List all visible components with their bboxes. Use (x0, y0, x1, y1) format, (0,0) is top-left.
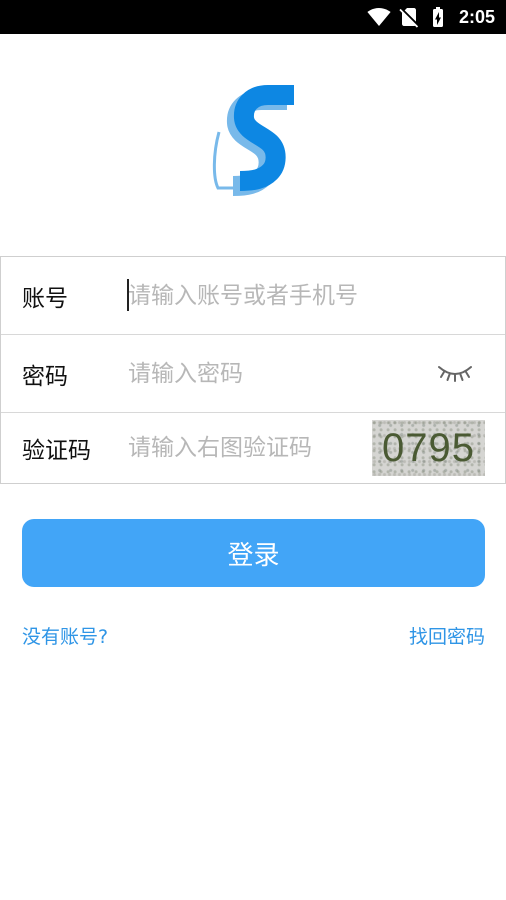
captcha-row: 验证码 0795 (1, 413, 505, 483)
no-sim-icon-graphic (399, 8, 419, 28)
status-time: 2:05 (458, 7, 495, 27)
password-row: 密码 (1, 335, 505, 413)
wifi-icon (367, 5, 391, 29)
account-label: 账号 (22, 285, 68, 312)
captcha-image[interactable]: 0795 (372, 420, 485, 476)
s-logo-graphic (212, 85, 294, 196)
password-label: 密码 (22, 363, 68, 390)
captcha-code: 0795 (382, 426, 475, 470)
eye-closed-icon-graphic (438, 366, 472, 382)
no-sim-icon (397, 5, 421, 29)
s-logo-icon (210, 82, 296, 196)
battery-charging-icon (426, 5, 450, 29)
wifi-icon-graphic (367, 8, 391, 26)
register-link[interactable]: 没有账号? (22, 622, 108, 652)
forgot-password-link[interactable]: 找回密码 (409, 622, 485, 652)
captcha-input[interactable] (128, 413, 364, 483)
login-button[interactable]: 登录 (22, 519, 485, 587)
account-input[interactable] (128, 257, 488, 334)
battery-charging-icon-graphic (433, 7, 443, 27)
text-cursor (127, 279, 129, 311)
login-form: 账号 密码 验证码 0795 (0, 256, 506, 484)
login-screen: 2:05 账号 密码 (0, 0, 506, 900)
account-row: 账号 (1, 257, 505, 335)
captcha-label: 验证码 (22, 438, 91, 464)
status-bar: 2:05 (0, 0, 506, 34)
password-input[interactable] (128, 335, 418, 412)
eye-closed-icon[interactable] (437, 362, 473, 386)
